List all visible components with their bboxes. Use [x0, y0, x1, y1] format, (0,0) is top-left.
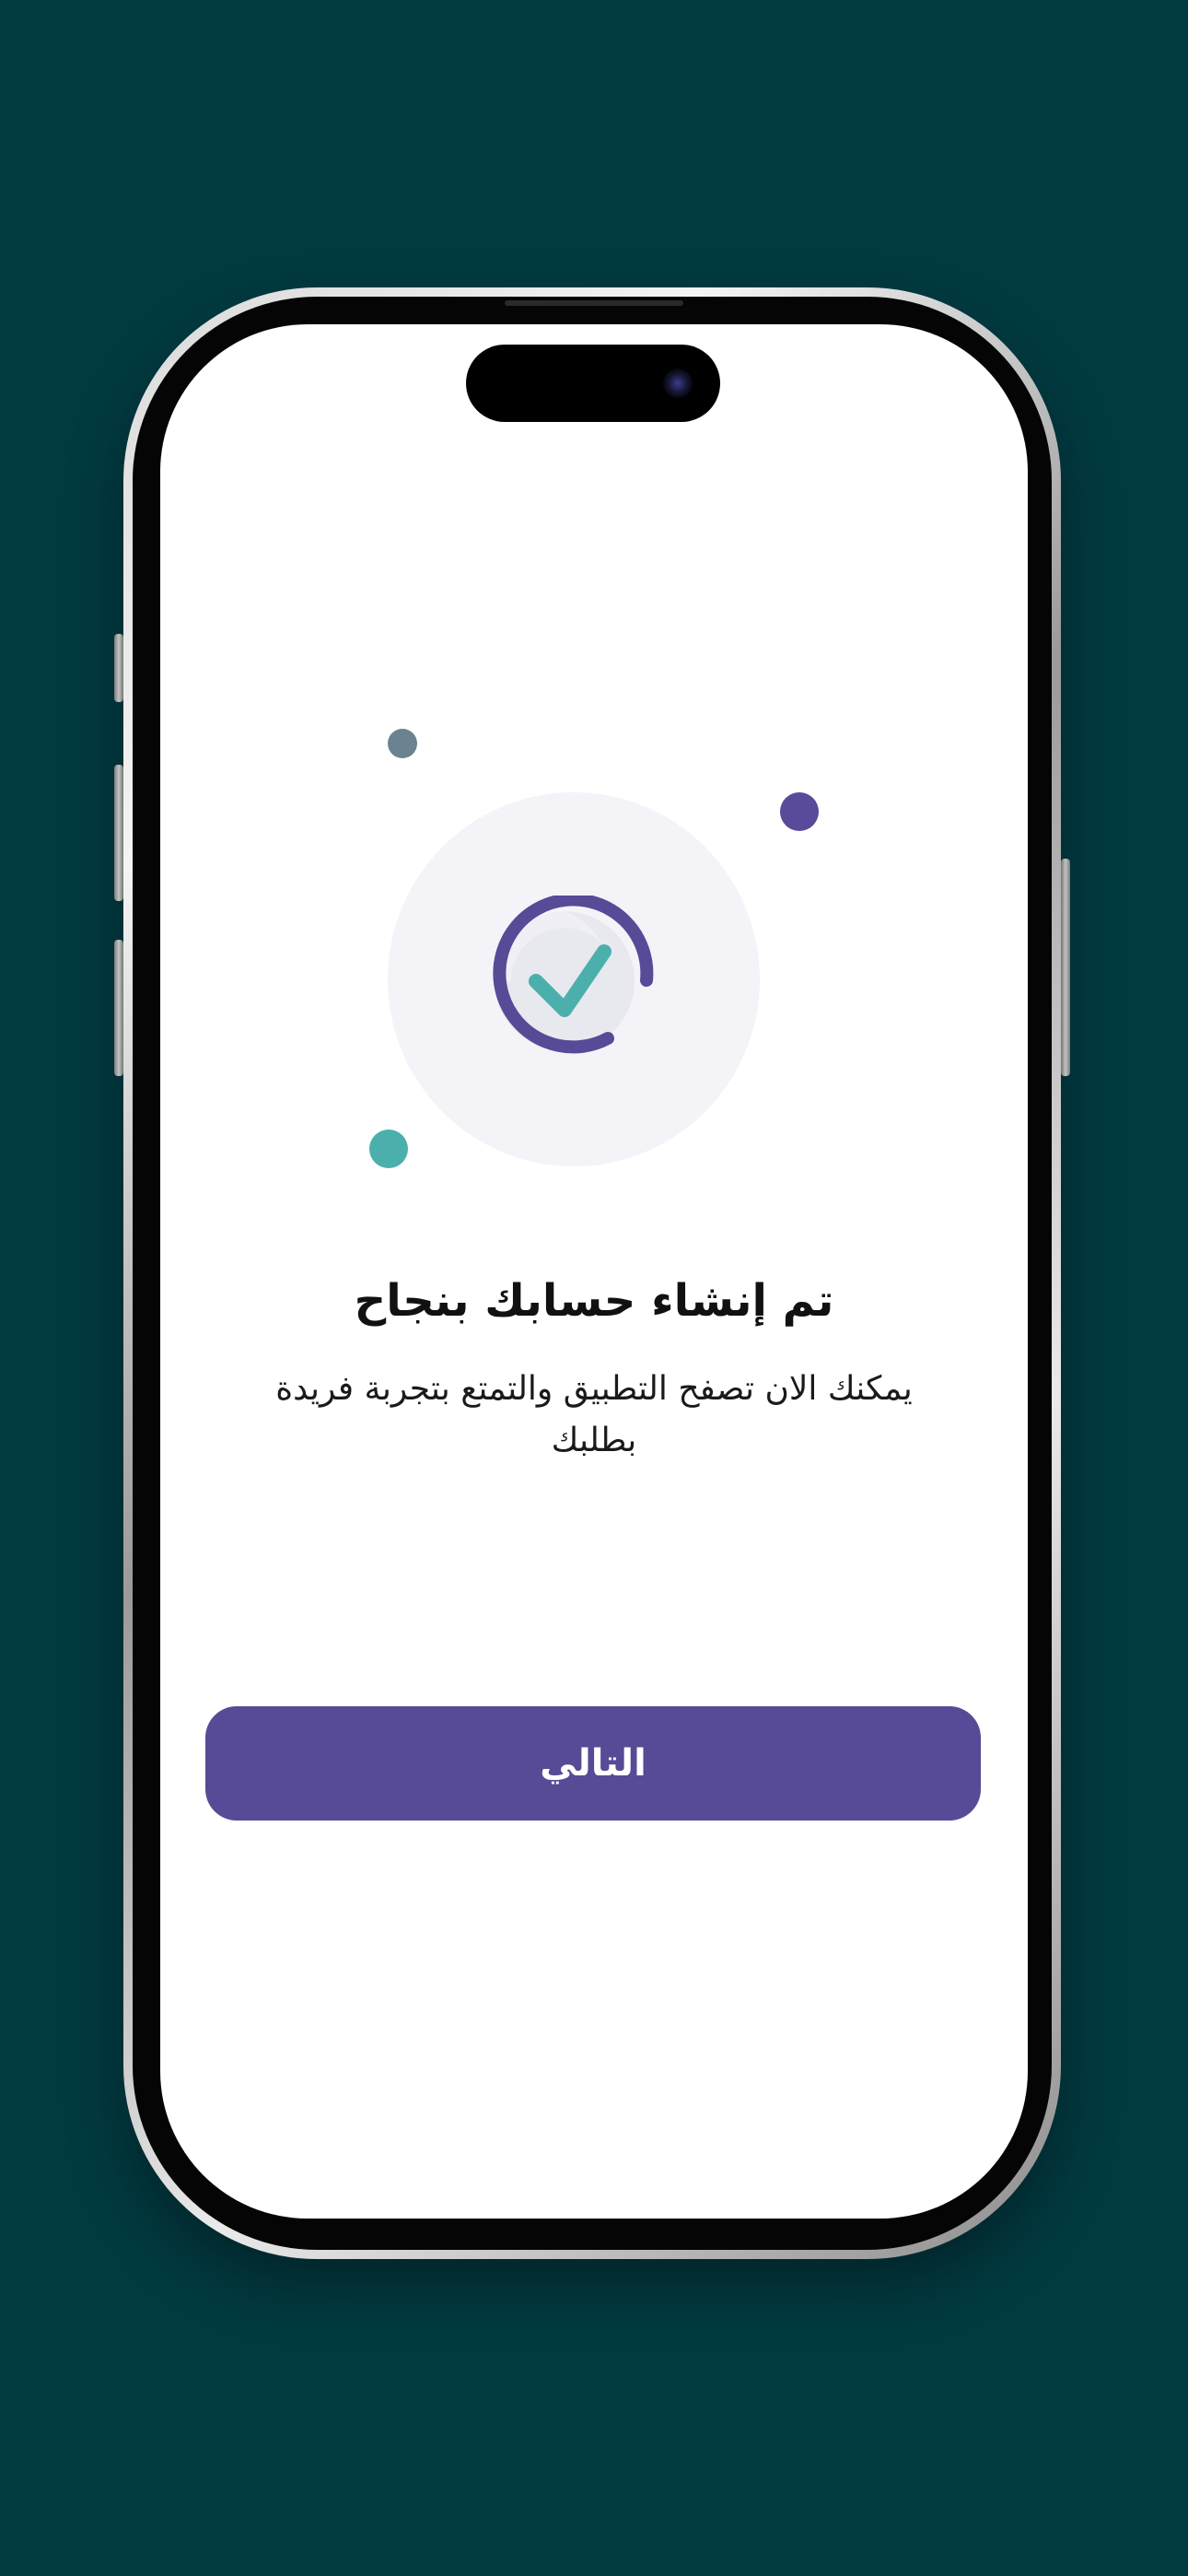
success-message: يمكنك الان تصفح التطبيق والتمتع بتجربة ف…: [275, 1370, 913, 1459]
phone-action-button: [114, 634, 123, 702]
next-button[interactable]: التالي: [205, 1706, 981, 1821]
phone-volume-up-button: [114, 765, 123, 901]
earpiece-speaker: [505, 300, 683, 306]
phone-volume-down-button: [114, 940, 123, 1076]
front-camera-icon: [663, 369, 693, 398]
success-title: تم إنشاء حسابك بنجاح: [354, 1275, 834, 1327]
phone-power-button: [1061, 859, 1070, 1076]
